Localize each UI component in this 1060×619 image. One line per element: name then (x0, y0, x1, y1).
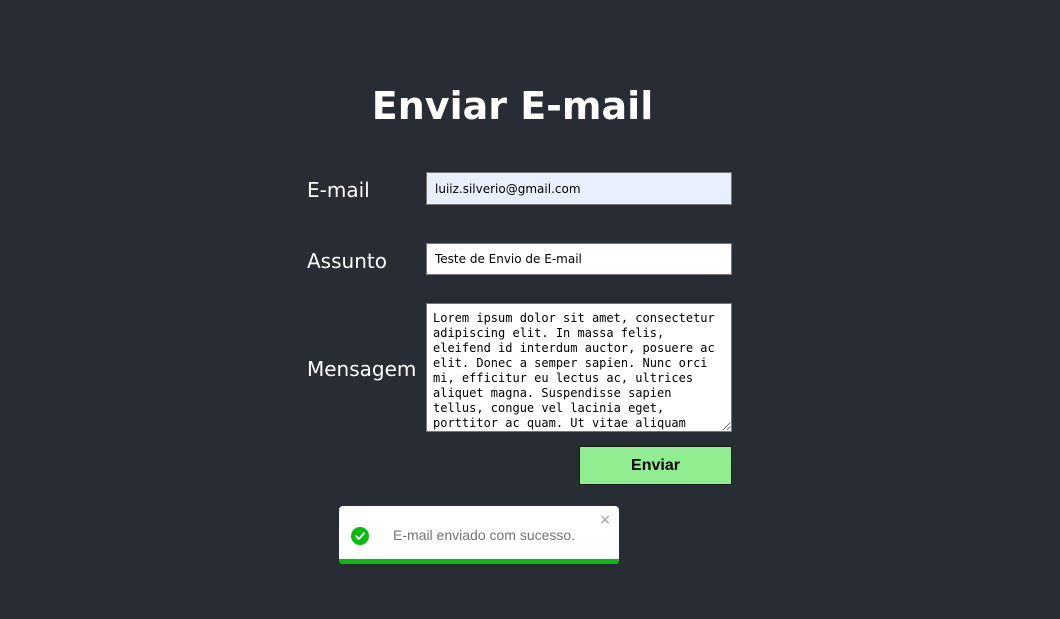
send-button[interactable]: Enviar (579, 446, 732, 485)
page-title: Enviar E-mail (371, 84, 654, 128)
toast-progress-bar (339, 559, 619, 564)
close-icon[interactable]: × (599, 512, 611, 528)
toast-message: E-mail enviado com sucesso. (393, 527, 576, 543)
email-input[interactable] (426, 172, 732, 205)
message-textarea[interactable]: Lorem ipsum dolor sit amet, consectetur … (426, 303, 732, 432)
success-toast: E-mail enviado com sucesso. × (339, 506, 619, 564)
email-label: E-mail (307, 178, 370, 202)
subject-input[interactable] (426, 243, 732, 275)
subject-label: Assunto (307, 249, 387, 273)
message-label: Mensagem (307, 357, 417, 381)
check-circle-icon (351, 527, 369, 545)
